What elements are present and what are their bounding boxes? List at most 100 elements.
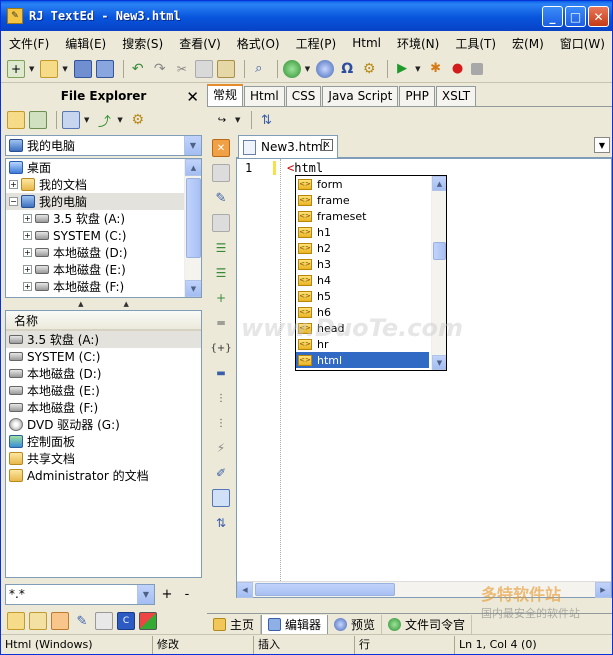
list-item[interactable]: DVD 驱动器 (G:) [6,416,201,433]
column-icon[interactable]: ⋮ [212,389,230,407]
ftp-icon[interactable] [51,612,69,630]
list-item[interactable]: Administrator 的文档 [6,467,201,484]
save-icon[interactable] [73,59,92,78]
tab-general[interactable]: 常规 [207,84,244,106]
name-column-header[interactable]: 名称 [6,311,201,331]
record-icon[interactable]: ● [449,60,467,78]
tab-preview[interactable]: 预览 [328,614,383,635]
splitter-up-icon[interactable]: ▲ [124,300,129,308]
tab-file-commander[interactable]: 文件司令官 [382,614,473,635]
list-item[interactable]: SYSTEM (C:) [6,348,201,365]
snippet-dropdown-icon[interactable]: ▼ [235,116,240,124]
maximize-button[interactable]: □ [565,6,586,27]
documents-icon[interactable] [95,612,113,630]
project-icon[interactable] [29,612,47,630]
autocomplete-item[interactable]: <> frameset [296,208,429,224]
scroll-left-icon[interactable]: ◀ [237,582,253,598]
chevron-down-icon[interactable]: ▼ [184,136,201,155]
list-item[interactable]: 3.5 软盘 (A:) [6,331,201,348]
expand-icon[interactable]: + [23,214,32,223]
omega-charmap-icon[interactable]: Ω [338,60,356,78]
add-line-icon[interactable]: + [212,289,230,307]
menu-view[interactable]: 查看(V) [171,35,229,52]
open-folder-icon[interactable] [40,59,59,78]
autocomplete-item[interactable]: <> h3 [296,256,429,272]
macro-record-icon[interactable]: ✱ [427,60,445,78]
list-item[interactable]: 本地磁盘 (D:) [6,365,201,382]
split-icon[interactable]: ⋮ [212,414,230,432]
settings-gear-icon[interactable]: ⚙ [360,60,378,78]
stop-icon[interactable] [470,62,483,75]
file-filter-combo[interactable]: *.* ▼ [5,583,155,605]
save-all-icon[interactable] [95,59,114,78]
page-icon[interactable] [212,214,230,232]
code-explorer-icon[interactable]: C [117,612,135,630]
web-icon[interactable] [316,59,335,78]
tree-item-selected[interactable]: − 我的电脑 [6,193,201,210]
tree-item[interactable]: + 本地磁盘 (E:) [6,261,201,278]
cut-icon[interactable]: ✂ [173,60,191,78]
close-panel-icon[interactable]: ✕ [186,86,199,108]
list-item[interactable]: 本地磁盘 (F:) [6,399,201,416]
run-dropdown-icon[interactable]: ▼ [415,65,420,73]
copy-icon[interactable] [194,59,213,78]
autocomplete-item-selected[interactable]: <> html [296,352,429,368]
close-doc-icon[interactable]: ✕ [212,139,230,157]
autocomplete-item[interactable]: <> frame [296,192,429,208]
color-picker-icon[interactable] [139,612,157,630]
braces-icon[interactable]: {+} [210,339,231,357]
tab-home[interactable]: 主页 [207,614,262,635]
expand-icon[interactable]: + [23,282,32,291]
tree-scrollbar[interactable]: ▲ ▼ [184,159,201,297]
minus-icon[interactable]: ▬ [212,364,230,382]
view-dropdown-icon[interactable]: ▼ [84,116,89,124]
document-tab[interactable]: New3.html x [238,135,338,158]
menu-tools[interactable]: 工具(T) [447,35,504,52]
run-icon[interactable]: ▶ [393,60,411,78]
favorites-icon[interactable] [29,111,47,129]
splitter-up-icon[interactable]: ▲ [78,300,83,308]
menu-html[interactable]: Html [344,36,389,50]
clip-icon[interactable]: ✎ [73,612,91,630]
find-icon[interactable]: ⌕ [250,60,268,78]
autocomplete-item[interactable]: <> h5 [296,288,429,304]
scroll-thumb[interactable] [255,583,395,596]
list-item[interactable]: 控制面板 [6,433,201,450]
tree-item[interactable]: + 本地磁盘 (F:) [6,278,201,295]
menu-window[interactable]: 窗口(W) [552,35,613,52]
template-icon[interactable] [212,164,230,182]
expand-icon[interactable]: + [9,180,18,189]
tab-css[interactable]: CSS [285,86,322,106]
snippet-tool-icon[interactable]: ⇅ [257,111,275,129]
folder-icon[interactable] [7,612,25,630]
autocomplete-item[interactable]: <> h2 [296,240,429,256]
tab-list-dropdown-icon[interactable]: ▼ [594,137,610,153]
list-item[interactable]: 共享文档 [6,450,201,467]
indent-icon[interactable]: ☰ [212,239,230,257]
window-icon[interactable] [212,489,230,507]
up-dropdown-icon[interactable]: ▼ [117,116,122,124]
redo-icon[interactable]: ↷ [151,60,169,78]
minimize-button[interactable]: _ [542,6,563,27]
new-file-icon[interactable]: + [7,59,25,78]
remove-filter-button[interactable]: - [177,587,197,602]
folder-tree[interactable]: 桌面 + 我的文档 − 我的电脑 + 3.5 软盘 (A:) + SYSTEM … [5,158,202,298]
tree-item[interactable]: 桌面 [6,159,201,176]
close-button[interactable]: ✕ [588,6,609,27]
expand-icon[interactable]: + [23,265,32,274]
expand-icon[interactable]: + [23,248,32,257]
autocomplete-item[interactable]: <> form [296,176,429,192]
new-dropdown-icon[interactable]: ▼ [29,65,34,73]
menu-search[interactable]: 搜索(S) [114,35,171,52]
tab-javascript[interactable]: Java Script [322,86,399,106]
autocomplete-item[interactable]: <> h4 [296,272,429,288]
wand-icon[interactable]: ⚡ [212,439,230,457]
scroll-down-icon[interactable]: ▼ [432,355,446,370]
list-item[interactable]: 本地磁盘 (E:) [6,382,201,399]
autocomplete-item[interactable]: <> h1 [296,224,429,240]
scroll-up-icon[interactable]: ▲ [432,176,446,191]
tree-item[interactable]: + 3.5 软盘 (A:) [6,210,201,227]
menu-format[interactable]: 格式(O) [229,35,288,52]
chevron-down-icon[interactable]: ▼ [137,584,154,604]
tools-icon[interactable]: ⇅ [212,514,230,532]
